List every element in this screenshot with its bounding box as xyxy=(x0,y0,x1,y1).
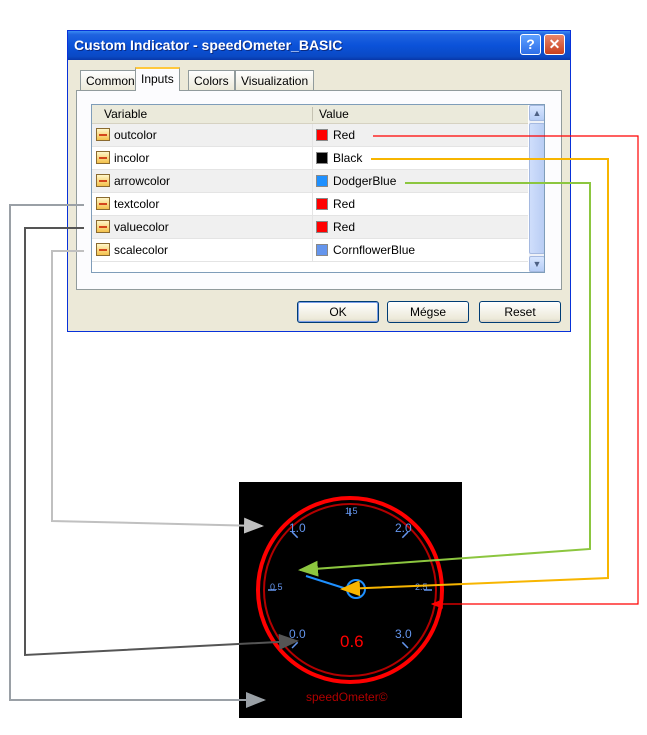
tab-label: Colors xyxy=(194,74,229,88)
grid-row-arrowcolor[interactable]: arrowcolor DodgerBlue xyxy=(92,170,528,193)
ok-button[interactable]: OK xyxy=(297,301,379,323)
vertical-scrollbar[interactable]: ▲ ▼ xyxy=(529,105,544,272)
variable-value[interactable]: DodgerBlue xyxy=(333,174,396,188)
cell-divider xyxy=(312,239,313,262)
color-swatch[interactable] xyxy=(316,152,328,164)
parameter-icon xyxy=(96,128,110,141)
variable-name: outcolor xyxy=(114,128,157,142)
scale-label-2-5: 2.5 xyxy=(415,582,428,592)
question-icon: ? xyxy=(526,36,535,52)
indicator-dialog: Custom Indicator - speedOmeter_BASIC ? ✕… xyxy=(67,30,571,332)
scale-label-2-0: 2.0 xyxy=(395,521,412,535)
scale-tick xyxy=(401,641,409,649)
parameter-icon xyxy=(96,243,110,256)
variable-value[interactable]: Red xyxy=(333,128,355,142)
cell-divider xyxy=(312,170,313,193)
color-swatch[interactable] xyxy=(316,221,328,233)
tab-label: Visualization xyxy=(241,74,309,88)
variable-value[interactable]: Red xyxy=(333,197,355,211)
color-swatch[interactable] xyxy=(316,198,328,210)
variable-name: textcolor xyxy=(114,197,160,211)
header-divider[interactable] xyxy=(312,107,313,121)
parameter-icon xyxy=(96,151,110,164)
grid-row-valuecolor[interactable]: valuecolor Red xyxy=(92,216,528,239)
color-swatch[interactable] xyxy=(316,175,328,187)
grid-row-scalecolor[interactable]: scalecolor CornflowerBlue xyxy=(92,239,528,262)
color-swatch[interactable] xyxy=(316,129,328,141)
speedometer-brand: speedOmeter© xyxy=(306,690,388,704)
cell-divider xyxy=(312,193,313,216)
parameter-icon xyxy=(96,197,110,210)
parameter-icon xyxy=(96,220,110,233)
variable-name: valuecolor xyxy=(114,220,169,234)
scroll-up-icon[interactable]: ▲ xyxy=(529,105,544,121)
grid-header: Variable Value xyxy=(92,105,528,124)
variable-value[interactable]: Black xyxy=(333,151,362,165)
inputs-grid: Variable Value outcolor Red incolor Black ar… xyxy=(91,104,545,273)
help-button[interactable]: ? xyxy=(520,34,541,55)
variable-name: incolor xyxy=(114,151,150,165)
inputs-panel: Variable Value outcolor Red incolor Black ar… xyxy=(76,90,562,290)
tab-colors[interactable]: Colors xyxy=(188,70,235,90)
scroll-thumb[interactable] xyxy=(529,123,544,254)
color-swatch[interactable] xyxy=(316,244,328,256)
scroll-down-icon[interactable]: ▼ xyxy=(529,256,544,272)
scale-label-3-0: 3.0 xyxy=(395,627,412,641)
variable-value[interactable]: CornflowerBlue xyxy=(333,243,415,257)
tab-common[interactable]: Common xyxy=(80,70,141,90)
scale-tick xyxy=(291,641,299,649)
window-title: Custom Indicator - speedOmeter_BASIC xyxy=(74,37,343,53)
scale-label-0-5: 0.5 xyxy=(270,582,283,592)
tab-label: Inputs xyxy=(141,72,174,86)
variable-value[interactable]: Red xyxy=(333,220,355,234)
grid-row-textcolor[interactable]: textcolor Red xyxy=(92,193,528,216)
tab-inputs[interactable]: Inputs xyxy=(135,67,180,91)
gauge-value: 0.6 xyxy=(340,632,364,651)
tab-label: Common xyxy=(86,74,135,88)
close-icon: ✕ xyxy=(548,36,561,52)
column-header-value[interactable]: Value xyxy=(319,107,349,121)
tab-visualization[interactable]: Visualization xyxy=(235,70,315,90)
scale-label-1-0: 1.0 xyxy=(289,521,306,535)
variable-name: scalecolor xyxy=(114,243,169,257)
title-bar[interactable]: Custom Indicator - speedOmeter_BASIC ? ✕ xyxy=(68,31,570,60)
scale-label-0-0: 0.0 xyxy=(289,627,306,641)
reset-button[interactable]: Reset xyxy=(479,301,561,323)
speedometer-preview: 1.0 1.5 2.0 0.5 2.5 0.0 3.0 0.6 speedOme… xyxy=(239,482,462,718)
needle xyxy=(305,575,351,591)
cell-divider xyxy=(312,124,313,147)
parameter-icon xyxy=(96,174,110,187)
speedometer-svg: 1.0 1.5 2.0 0.5 2.5 0.0 3.0 0.6 speedOme… xyxy=(256,496,444,704)
variable-name: arrowcolor xyxy=(114,174,171,188)
cell-divider xyxy=(312,147,313,170)
cell-divider xyxy=(312,216,313,239)
close-button[interactable]: ✕ xyxy=(544,34,565,55)
scale-label-1-5: 1.5 xyxy=(345,506,358,516)
column-header-variable[interactable]: Variable xyxy=(104,107,147,121)
grid-row-incolor[interactable]: incolor Black xyxy=(92,147,528,170)
cancel-button[interactable]: Mégse xyxy=(387,301,469,323)
grid-row-outcolor[interactable]: outcolor Red xyxy=(92,124,528,147)
